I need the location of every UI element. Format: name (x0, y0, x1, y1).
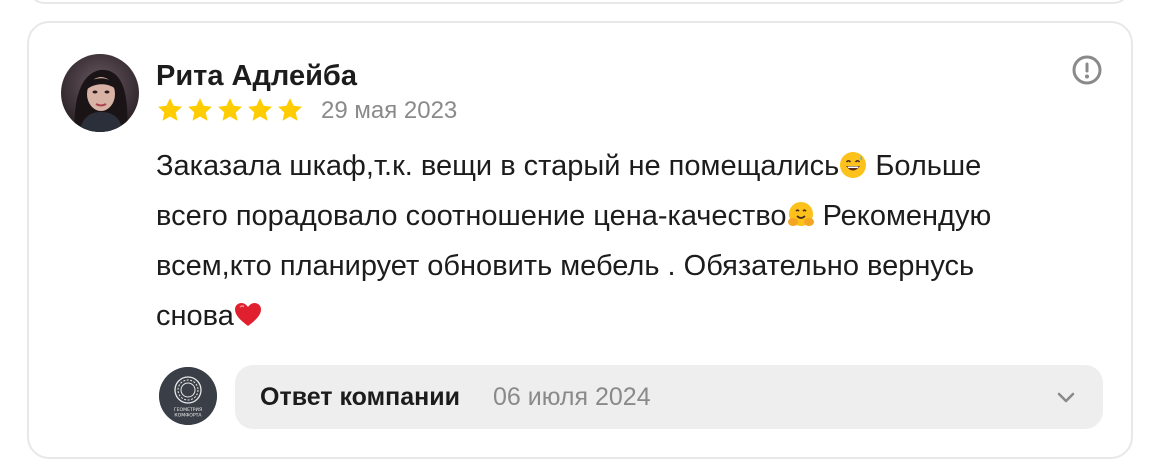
star-icon (248, 98, 272, 121)
rating-stars (156, 96, 304, 124)
star-icon (218, 98, 242, 121)
avatar[interactable] (61, 54, 139, 132)
star-icon (158, 98, 182, 121)
company-reply-label: Ответ компании (260, 383, 460, 411)
star-icon (278, 98, 302, 121)
review-text-line: снова (156, 291, 1106, 341)
company-logo-text-1: ГЕОМЕТРИЯ (174, 407, 202, 413)
previous-review-card (27, 0, 1131, 4)
review-text-line: всем,кто планирует обновить мебель . Обя… (156, 250, 975, 282)
company-logo-text-2: КОМФОРТА (174, 413, 202, 419)
hugging-face-emoji (787, 202, 814, 226)
grinning-sweat-emoji (840, 152, 867, 178)
review-text-line: всего порадовало соотношение цена-качест… (156, 200, 992, 232)
review-date: 29 мая 2023 (321, 97, 458, 124)
star-icon (188, 98, 212, 121)
author-name[interactable]: Рита Адлейба (156, 58, 357, 94)
exclamation-circle-icon[interactable] (1071, 54, 1103, 86)
review-card: Рита Адлейба 29 мая 2023 Заказала шкаф,т… (27, 21, 1133, 459)
company-reply-toggle[interactable]: Ответ компании 06 июля 2024 (235, 365, 1103, 429)
red-heart-emoji (234, 303, 261, 326)
review-text-line: Заказала шкаф,т.к. вещи в старый не поме… (156, 150, 982, 182)
chevron-down-icon[interactable] (1054, 385, 1078, 409)
company-logo: ГЕОМЕТРИЯ КОМФОРТА (159, 367, 217, 425)
review-text: Заказала шкаф,т.к. вещи в старый не поме… (156, 141, 1106, 341)
company-reply-date: 06 июля 2024 (493, 383, 651, 411)
